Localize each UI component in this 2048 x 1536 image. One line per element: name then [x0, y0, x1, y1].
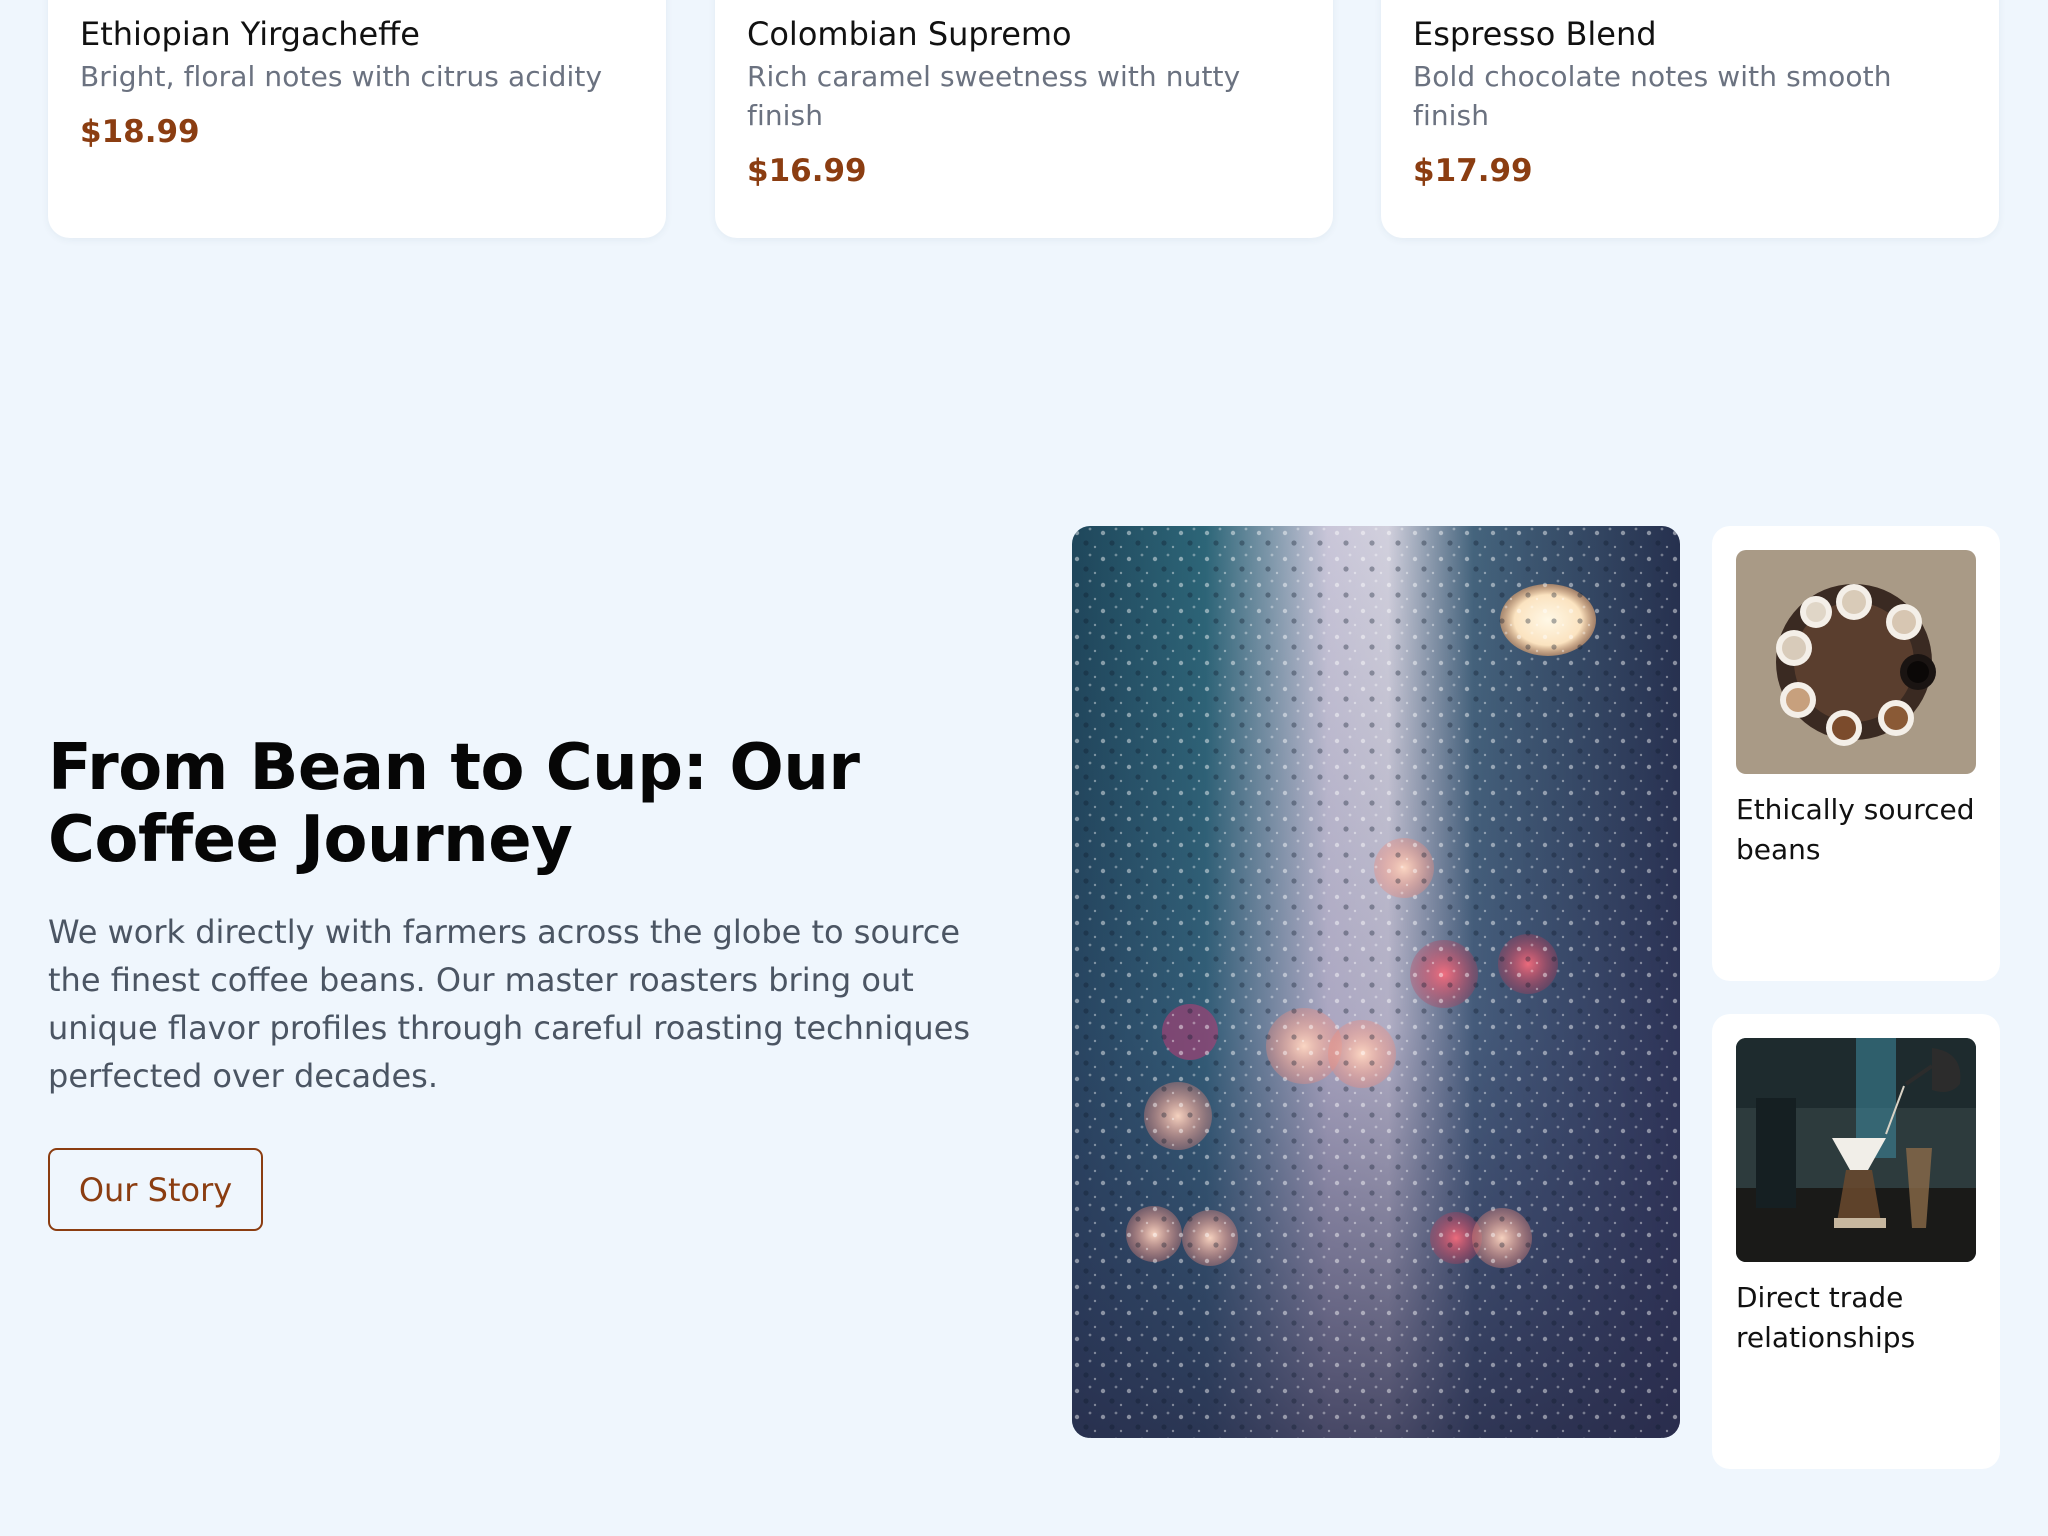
product-description: Rich caramel sweetness with nutty finish: [747, 60, 1241, 132]
journey-description: We work directly with farmers across the…: [48, 913, 971, 1095]
product-card[interactable]: Colombian Supremo Rich caramel sweetness…: [715, 0, 1333, 238]
product-name: Colombian Supremo: [747, 15, 1072, 53]
feature-label: Direct trade relationships: [1736, 1281, 1916, 1354]
product-card[interactable]: Espresso Blend Bold chocolate notes with…: [1381, 0, 1999, 238]
journey-heading: From Bean to Cup: Our Coffee Journey: [48, 731, 860, 877]
product-card[interactable]: Ethiopian Yirgacheffe Bright, floral not…: [48, 0, 666, 238]
product-price: $17.99: [1413, 153, 1533, 189]
product-price: $16.99: [747, 153, 867, 189]
product-name: Espresso Blend: [1413, 15, 1657, 53]
feature-card[interactable]: Ethically sourced beans: [1712, 526, 2000, 981]
product-name: Ethiopian Yirgacheffe: [80, 15, 420, 53]
feature-label: Ethically sourced beans: [1736, 793, 1975, 866]
product-description: Bold chocolate notes with smooth finish: [1413, 60, 1892, 132]
feature-card[interactable]: Direct trade relationships: [1712, 1014, 2000, 1469]
pour-over-coffee-photo: [1736, 1038, 1976, 1262]
product-price: $18.99: [80, 114, 200, 150]
rainy-window-bokeh-photo: [1072, 526, 1680, 1438]
coffee-cups-photo: [1736, 550, 1976, 774]
product-description: Bright, floral notes with citrus acidity: [80, 60, 603, 93]
our-story-button[interactable]: Our Story: [48, 1148, 263, 1231]
